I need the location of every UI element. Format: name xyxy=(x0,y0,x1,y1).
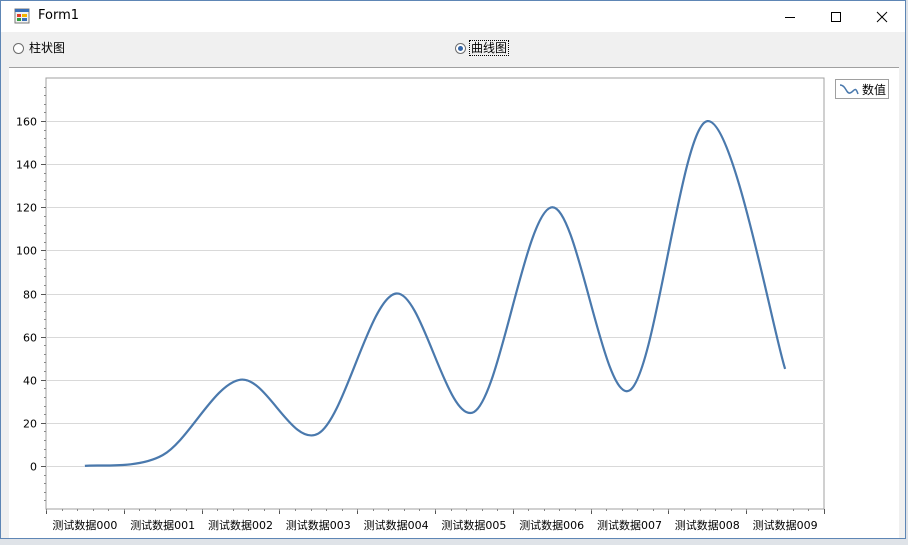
maximize-button[interactable] xyxy=(813,1,859,32)
x-tick-label: 测试数据007 xyxy=(597,518,662,532)
chart-legend: 数值 xyxy=(835,79,889,99)
y-tick-label: 60 xyxy=(23,332,37,345)
line-chart-radio-option[interactable]: 曲线图 xyxy=(455,40,510,56)
legend-series-label: 数值 xyxy=(862,82,887,97)
legend-line-icon xyxy=(839,84,859,95)
bar-chart-radio-option[interactable]: 柱状图 xyxy=(13,41,66,55)
y-tick-label: 140 xyxy=(16,159,37,172)
y-tick-label: 100 xyxy=(16,245,37,258)
x-tick-label: 测试数据001 xyxy=(130,518,195,532)
maximize-icon xyxy=(831,11,841,22)
form1-window: Form1 柱状图 曲线图 0 20 40 60 80 100 120 140 160 测试数据0… xyxy=(0,0,906,539)
minimize-button[interactable] xyxy=(767,1,813,32)
plot-frame xyxy=(45,77,825,510)
x-tick-label: 测试数据005 xyxy=(441,518,506,532)
y-tick-label: 40 xyxy=(23,375,37,388)
close-icon xyxy=(876,11,888,22)
title-bar[interactable]: Form1 xyxy=(1,1,905,32)
x-tick-label: 测试数据009 xyxy=(753,518,818,532)
series-line xyxy=(84,119,787,467)
x-tick-label: 测试数据002 xyxy=(208,518,273,532)
x-tick-label: 测试数据004 xyxy=(364,518,429,532)
chart-area: 0 20 40 60 80 100 120 140 160 测试数据000 测试数据001 测试数据0… xyxy=(9,67,899,538)
line-chart-radio[interactable] xyxy=(455,42,466,54)
y-tick-label: 160 xyxy=(16,116,37,129)
minimize-icon xyxy=(785,16,795,18)
y-tick-label: 0 xyxy=(30,461,37,474)
bar-chart-radio[interactable] xyxy=(13,42,24,54)
y-tick-label: 20 xyxy=(23,418,37,431)
x-tick-label: 测试数据008 xyxy=(675,518,740,532)
line-chart-radio-label[interactable]: 曲线图 xyxy=(468,40,510,56)
line-chart: 0 20 40 60 80 100 120 140 160 测试数据000 测试数据001 测试数据0… xyxy=(16,77,825,532)
window-title: Form1 xyxy=(38,8,80,23)
x-tick-label: 测试数据000 xyxy=(52,518,117,532)
chart-type-toolbar: 柱状图 曲线图 xyxy=(1,32,905,67)
y-tick-label: 120 xyxy=(16,202,37,215)
app-form-icon xyxy=(14,8,30,24)
x-tick-label: 测试数据006 xyxy=(519,518,584,532)
close-button[interactable] xyxy=(859,1,905,32)
y-tick-label: 80 xyxy=(23,289,37,302)
x-tick-label: 测试数据003 xyxy=(286,518,351,532)
bar-chart-radio-label[interactable]: 柱状图 xyxy=(28,41,66,55)
